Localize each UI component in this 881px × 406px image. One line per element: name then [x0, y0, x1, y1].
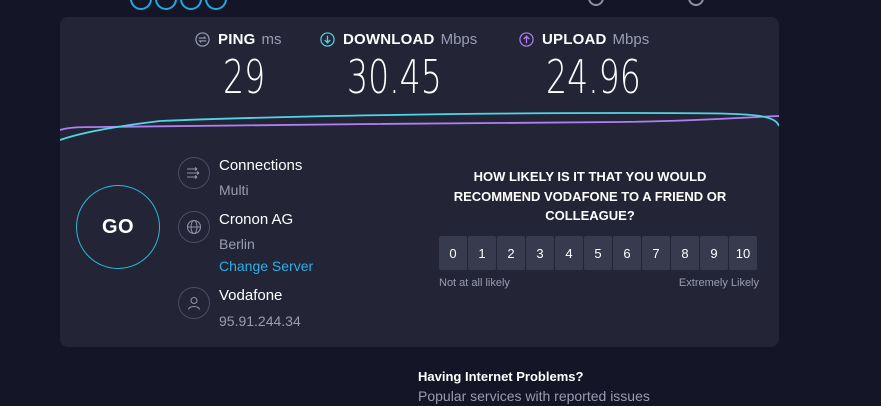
problems-subtitle: Popular services with reported issues	[418, 388, 650, 404]
scale-option-7[interactable]: 7	[642, 236, 670, 270]
user-icon	[178, 287, 210, 319]
connections-title: Connections	[219, 157, 303, 174]
scale-option-8[interactable]: 8	[671, 236, 699, 270]
provider-info: Vodafone 95.91.244.34	[178, 287, 378, 337]
download-arrow-icon	[320, 31, 335, 47]
speed-graph	[60, 112, 779, 141]
nav-circle-icon[interactable]	[180, 0, 202, 10]
top-nav-icons	[0, 0, 881, 10]
server-location: Berlin	[219, 236, 255, 252]
results-icon[interactable]	[588, 0, 604, 6]
nav-circle-icon[interactable]	[205, 0, 227, 10]
connections-info: Connections Multi	[178, 157, 378, 207]
ping-value: 29	[223, 50, 266, 104]
ping-icon	[195, 31, 210, 47]
nav-circle-icon[interactable]	[155, 0, 177, 10]
upload-metric: UPLOAD Mbps 24.96	[519, 30, 689, 110]
survey-question: HOW LIKELY IS IT THAT YOU WOULD RECOMMEN…	[453, 169, 727, 223]
provider-ip: 95.91.244.34	[219, 313, 301, 329]
upload-label: UPLOAD	[542, 30, 607, 48]
speedtest-panel: PING ms 29 DOWNLOAD Mbps 30.45 UPLOAD Mb…	[60, 17, 779, 347]
scale-option-3[interactable]: 3	[526, 236, 554, 270]
connections-icon	[178, 157, 210, 189]
scale-option-10[interactable]: 10	[729, 236, 757, 270]
ping-unit: ms	[261, 30, 282, 48]
upload-graph-line	[60, 115, 779, 131]
recommend-scale: 0 1 2 3 4 5 6 7 8 9 10	[439, 236, 757, 270]
nav-circle-icon[interactable]	[130, 0, 152, 10]
server-info: Cronon AG Berlin Change Server	[178, 211, 398, 281]
scale-option-0[interactable]: 0	[439, 236, 467, 270]
download-value: 30.45	[347, 50, 442, 104]
provider-name: Vodafone	[219, 287, 283, 304]
scale-option-4[interactable]: 4	[555, 236, 583, 270]
upload-value: 24.96	[546, 50, 641, 104]
scale-option-2[interactable]: 2	[497, 236, 525, 270]
connections-value: Multi	[219, 182, 249, 198]
ping-label: PING	[218, 30, 256, 48]
upload-unit: Mbps	[612, 30, 650, 48]
scale-high-label: Extremely Likely	[678, 277, 759, 289]
change-server-link[interactable]: Change Server	[219, 258, 313, 274]
settings-icon[interactable]	[688, 0, 704, 6]
globe-icon	[178, 211, 210, 243]
scale-low-label: Not at all likely	[439, 277, 510, 289]
download-unit: Mbps	[440, 30, 478, 48]
scale-option-5[interactable]: 5	[584, 236, 612, 270]
download-metric: DOWNLOAD Mbps 30.45	[320, 30, 490, 110]
server-name: Cronon AG	[219, 211, 294, 228]
scale-option-1[interactable]: 1	[468, 236, 496, 270]
scale-option-9[interactable]: 9	[700, 236, 728, 270]
download-label: DOWNLOAD	[343, 30, 435, 48]
scale-option-6[interactable]: 6	[613, 236, 641, 270]
problems-title: Having Internet Problems?	[418, 369, 584, 384]
upload-arrow-icon	[519, 31, 534, 47]
go-button[interactable]: GO	[76, 185, 160, 269]
ping-metric: PING ms 29	[195, 30, 305, 110]
